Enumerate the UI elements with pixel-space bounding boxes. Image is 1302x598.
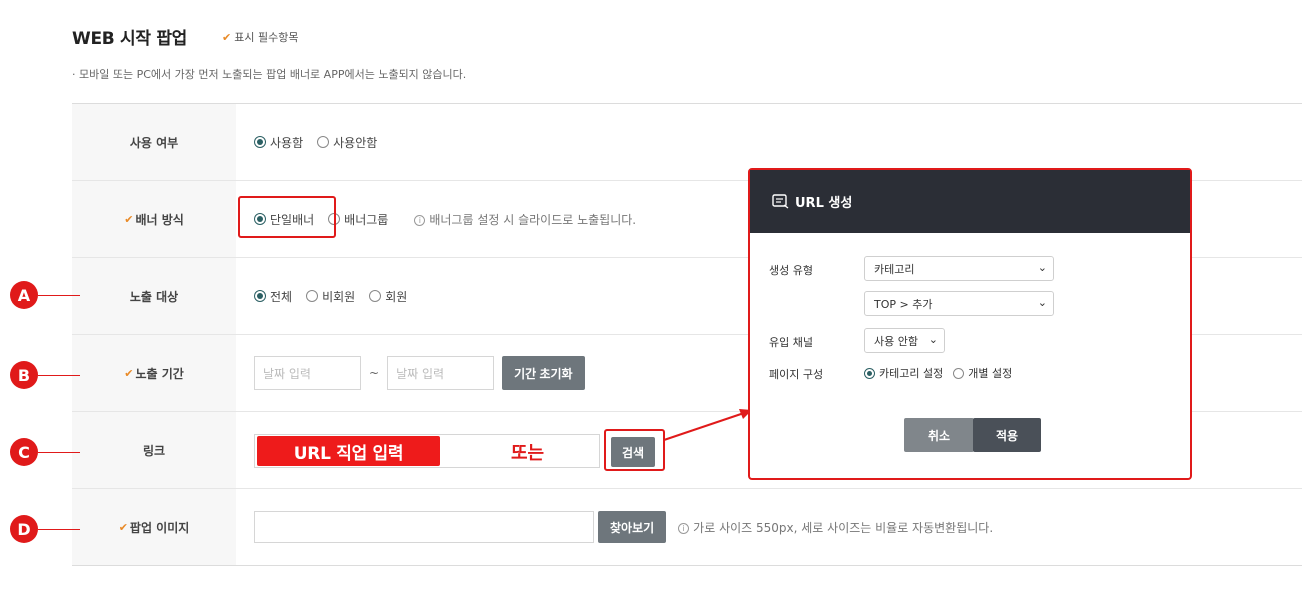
page-radios: 카테고리 설정 개별 설정 (864, 365, 1026, 381)
cancel-button[interactable]: 취소 (904, 418, 974, 452)
badge-a: A (10, 281, 38, 309)
type-label: 생성 유형 (769, 264, 813, 277)
badge-b-line (38, 375, 80, 376)
channel-select-value: 사용 안함 (874, 334, 918, 348)
required-note: ✔ 표시 필수항목 (222, 29, 298, 45)
chevron-down-icon: ⌄ (928, 333, 938, 346)
page-title: WEB 시작 팝업 (72, 29, 188, 49)
url-direct-input-label: URL 직업 입력 (257, 436, 440, 466)
single-banner-highlight (238, 196, 336, 238)
banner-group-radio[interactable]: 배너그룹 (328, 211, 388, 228)
target-all-radio[interactable]: 전체 (254, 288, 292, 305)
badge-a-line (38, 295, 80, 296)
url-modal: URL 생성 생성 유형 카테고리 ⌄ TOP > 추가 ⌄ 유입 채널 사용 … (748, 168, 1192, 480)
badge-b: B (10, 361, 38, 389)
end-date-input[interactable]: 날짜 입력 (387, 356, 495, 390)
url-icon (772, 194, 789, 209)
usage-label: 사용 여부 (72, 104, 236, 180)
reset-period-button[interactable]: 기간 초기화 (502, 356, 585, 390)
row-image: ✔ 팝업 이미지 찾아보기 i 가로 사이즈 550px, 세로 사이즈는 비율로 … (72, 489, 1302, 566)
required-check-icon: ✔ (118, 520, 128, 534)
modal-header: URL 생성 (750, 170, 1190, 233)
channel-select[interactable]: 사용 안함 ⌄ (864, 328, 945, 353)
start-date-input[interactable]: 날짜 입력 (254, 356, 361, 390)
info-icon: i (678, 522, 690, 534)
required-note-text: 표시 필수항목 (234, 31, 299, 44)
search-highlight (604, 429, 665, 471)
or-text: 또는 (511, 443, 545, 464)
browse-button[interactable]: 찾아보기 (598, 511, 667, 543)
badge-d-line (38, 529, 80, 530)
notice-text: · 모바일 또는 PC에서 가장 먼저 노출되는 팝업 배너로 APP에서는 노… (72, 68, 467, 81)
image-hint: i 가로 사이즈 550px, 세로 사이즈는 비율로 자동변환됩니다. (678, 519, 993, 536)
banner-type-label: ✔ 배너 방식 (72, 181, 236, 257)
usage-on-radio[interactable]: 사용함 (254, 134, 303, 151)
channel-label: 유입 채널 (769, 336, 813, 349)
type-select-value: 카테고리 (874, 262, 915, 276)
individual-setting-radio[interactable]: 개별 설정 (953, 365, 1012, 381)
category-select[interactable]: TOP > 추가 ⌄ (864, 291, 1054, 316)
target-guest-radio[interactable]: 비회원 (306, 288, 355, 305)
arrow-connector (663, 409, 752, 441)
required-check-icon: ✔ (124, 366, 134, 380)
link-label: 링크 (72, 412, 236, 488)
category-select-value: TOP > 추가 (874, 297, 933, 311)
category-setting-radio[interactable]: 카테고리 설정 (864, 365, 943, 381)
check-icon: ✔ (222, 31, 232, 44)
apply-button[interactable]: 적용 (973, 418, 1041, 452)
required-check-icon: ✔ (124, 212, 134, 226)
date-separator: ~ (369, 366, 380, 380)
image-file-input[interactable] (254, 511, 594, 543)
badge-c-line (38, 452, 80, 453)
info-icon: i (414, 214, 426, 226)
page-label: 페이지 구성 (769, 368, 824, 381)
chevron-down-icon: ⌄ (1037, 296, 1047, 309)
banner-type-hint: i 배너그룹 설정 시 슬라이드로 노출됩니다. (414, 211, 636, 228)
image-label: ✔ 팝업 이미지 (72, 489, 236, 565)
target-label: 노출 대상 (72, 258, 236, 334)
target-member-radio[interactable]: 회원 (369, 288, 407, 305)
period-label: ✔ 노출 기간 (72, 335, 236, 411)
badge-d: D (10, 515, 38, 543)
chevron-down-icon: ⌄ (1037, 261, 1047, 274)
type-select[interactable]: 카테고리 ⌄ (864, 256, 1054, 281)
modal-title: URL 생성 (795, 196, 853, 211)
badge-c: C (10, 438, 38, 466)
usage-off-radio[interactable]: 사용안함 (317, 134, 377, 151)
